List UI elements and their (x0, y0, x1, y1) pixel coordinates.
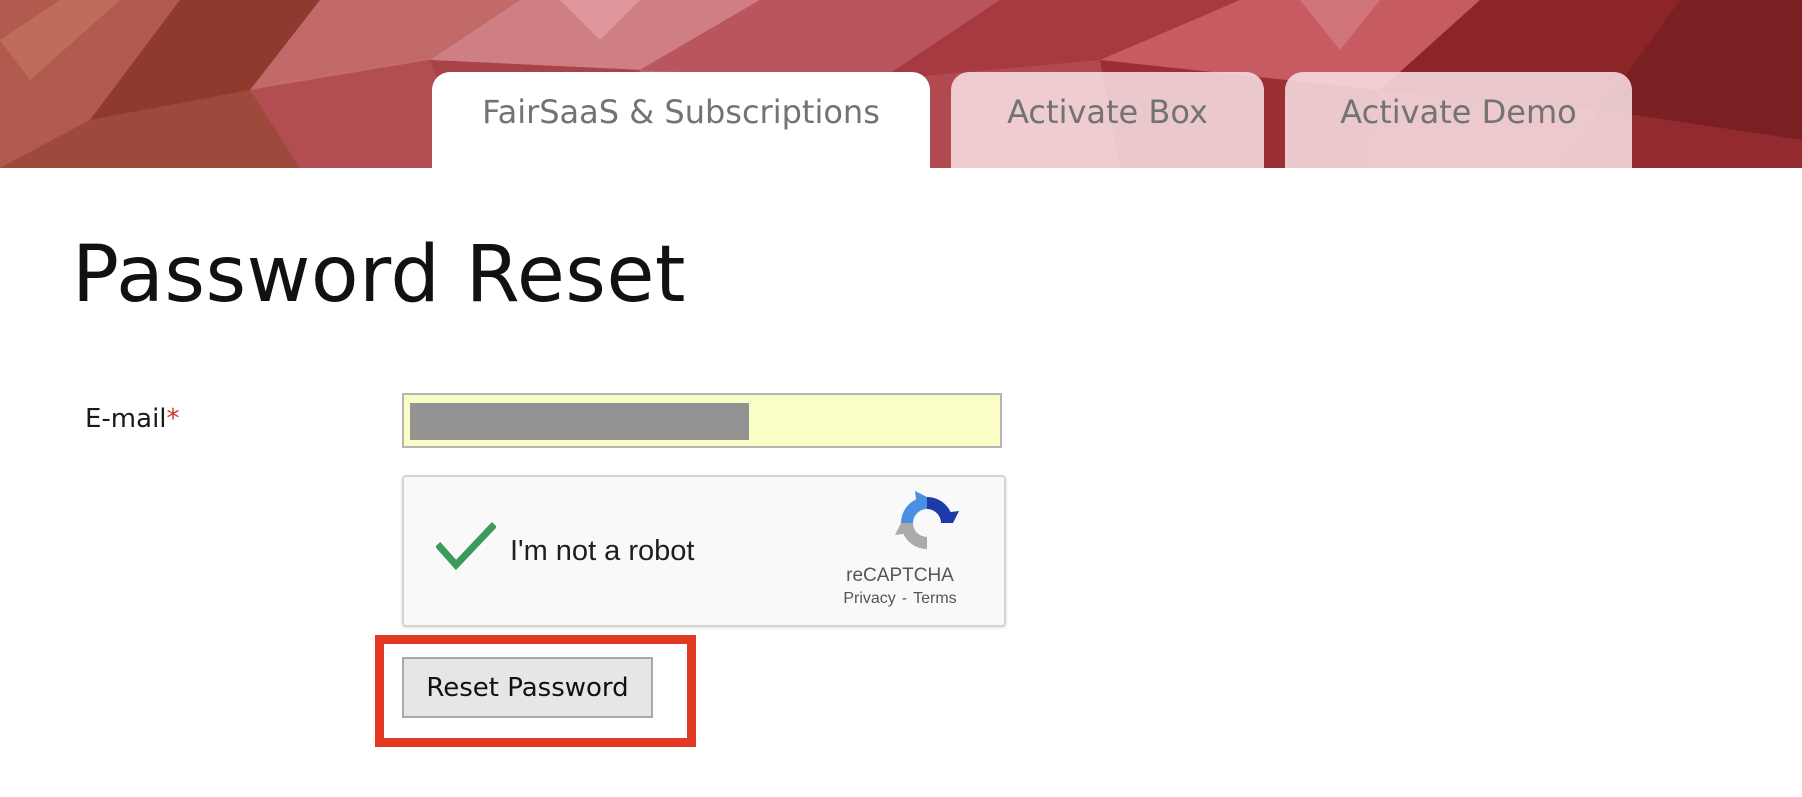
tab-fairsaas-subscriptions[interactable]: FairSaaS & Subscriptions (432, 72, 930, 168)
email-field[interactable] (402, 393, 1002, 448)
required-marker: * (166, 404, 180, 434)
checkmark-icon[interactable] (436, 521, 496, 571)
email-label-text: E-mail (85, 404, 167, 434)
recaptcha-logo-icon (895, 491, 959, 549)
recaptcha-widget: I'm not a robot reCAPTCHA Privacy - Terms (402, 475, 1006, 627)
page: FairSaaS & Subscriptions Activate Box Ac… (0, 0, 1802, 797)
reset-password-button[interactable]: Reset Password (402, 657, 653, 718)
header-banner: FairSaaS & Subscriptions Activate Box Ac… (0, 0, 1802, 168)
tab-activate-box[interactable]: Activate Box (951, 72, 1264, 168)
recaptcha-links: Privacy - Terms (800, 590, 1000, 608)
privacy-link[interactable]: Privacy (843, 590, 895, 607)
tab-activate-demo[interactable]: Activate Demo (1285, 72, 1632, 168)
recaptcha-label: I'm not a robot (510, 535, 695, 567)
terms-link[interactable]: Terms (913, 590, 957, 607)
email-label: E-mail* (85, 404, 180, 434)
email-value-redacted (410, 403, 749, 440)
recaptcha-brand: reCAPTCHA (846, 565, 954, 586)
link-separator: - (901, 590, 908, 607)
page-title: Password Reset (72, 230, 687, 320)
